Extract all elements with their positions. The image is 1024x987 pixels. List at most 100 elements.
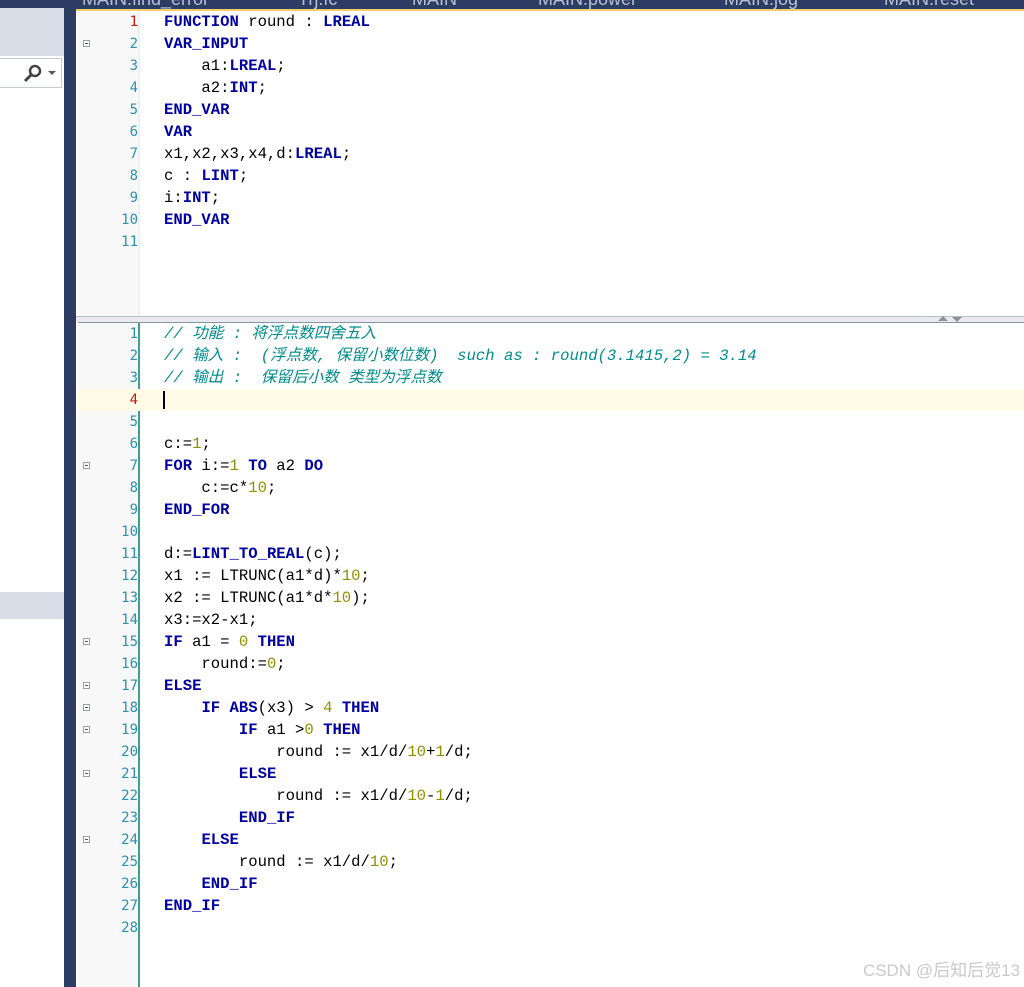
code-line[interactable]: 24 ELSE (78, 829, 1024, 851)
code-line[interactable]: 16 round:=0; (78, 653, 1024, 675)
code-text[interactable]: IF a1 = 0 THEN (164, 631, 295, 653)
code-text[interactable]: x2 := LTRUNC(a1*d*10); (164, 587, 370, 609)
code-line[interactable]: 8 c:=c*10; (78, 477, 1024, 499)
line-number: 5 (129, 414, 138, 430)
line-number: 11 (121, 234, 138, 250)
code-text[interactable]: x3:=x2-x1; (164, 609, 258, 631)
code-text[interactable]: x1,x2,x3,x4,d:LREAL; (164, 143, 351, 165)
implementation-editor[interactable]: 1 // 功能 : 将浮点数四舍五入 2 // 输入 : (浮点数, 保留小数位数) … (78, 322, 1024, 987)
code-text[interactable]: round := x1/d/10; (164, 851, 398, 873)
line-number: 10 (121, 212, 138, 228)
code-text[interactable]: i:INT; (164, 187, 220, 209)
search-box[interactable] (0, 58, 62, 88)
tab-main-find-error[interactable]: MAIN.find_error (82, 0, 209, 9)
dropdown-arrow-icon[interactable] (48, 71, 56, 75)
declaration-editor[interactable]: 1 FUNCTION round : LREAL 2 VAR_INPUT 3 a1:LR… (78, 11, 1024, 316)
code-line[interactable]: 6 VAR (78, 121, 1024, 143)
code-text[interactable]: c : LINT; (164, 165, 248, 187)
tab-main-reset[interactable]: MAIN.reset (884, 0, 974, 9)
code-line[interactable]: 3 a1:LREAL; (78, 55, 1024, 77)
code-line[interactable]: 23 END_IF (78, 807, 1024, 829)
code-line[interactable]: 11 (78, 231, 1024, 253)
code-text[interactable]: END_IF (164, 895, 220, 917)
code-text[interactable]: FUNCTION round : LREAL (164, 11, 370, 33)
code-text[interactable]: // 功能 : 将浮点数四舍五入 (164, 323, 376, 345)
code-line[interactable]: 15 IF a1 = 0 THEN (78, 631, 1024, 653)
code-line[interactable]: 4 (78, 389, 1024, 411)
code-text[interactable]: END_VAR (164, 99, 230, 121)
code-lines[interactable]: 1 // 功能 : 将浮点数四舍五入 2 // 输入 : (浮点数, 保留小数位数) … (78, 323, 1024, 939)
line-number: 9 (129, 502, 138, 518)
code-line[interactable]: 7 FOR i:=1 TO a2 DO (78, 455, 1024, 477)
code-text[interactable]: a2:INT; (164, 77, 267, 99)
code-text[interactable]: END_IF (164, 873, 257, 895)
line-number: 21 (121, 766, 138, 782)
panel-divider[interactable] (64, 0, 76, 987)
code-line[interactable]: 12 x1 := LTRUNC(a1*d)*10; (78, 565, 1024, 587)
code-line[interactable]: 25 round := x1/d/10; (78, 851, 1024, 873)
code-text[interactable]: // 输入 : (浮点数, 保留小数位数) such as : round(3.… (164, 345, 757, 367)
code-line[interactable]: 11 d:=LINT_TO_REAL(c); (78, 543, 1024, 565)
tab-trj-fc[interactable]: Trj.fc (298, 0, 337, 9)
code-line[interactable]: 1 FUNCTION round : LREAL (78, 11, 1024, 33)
code-text[interactable]: END_FOR (164, 499, 230, 521)
code-line[interactable]: 27 END_IF (78, 895, 1024, 917)
search-icon[interactable] (22, 63, 44, 83)
code-line[interactable]: 2 // 输入 : (浮点数, 保留小数位数) such as : round(3… (78, 345, 1024, 367)
code-text[interactable]: ELSE (164, 763, 276, 785)
code-text[interactable]: c:=c*10; (164, 477, 276, 499)
code-line[interactable]: 2 VAR_INPUT (78, 33, 1024, 55)
code-text[interactable]: ELSE (164, 829, 238, 851)
code-line[interactable]: 4 a2:INT; (78, 77, 1024, 99)
code-line[interactable]: 10 (78, 521, 1024, 543)
code-text[interactable]: x1 := LTRUNC(a1*d)*10; (164, 565, 370, 587)
code-line[interactable]: 26 END_IF (78, 873, 1024, 895)
code-line[interactable]: 8 c : LINT; (78, 165, 1024, 187)
code-line[interactable]: 5 (78, 411, 1024, 433)
code-line[interactable]: 17 ELSE (78, 675, 1024, 697)
code-text[interactable]: round := x1/d/10-1/d; (164, 785, 473, 807)
code-text[interactable]: IF ABS(x3) > 4 THEN (164, 697, 379, 719)
code-line[interactable]: 3 // 输出 : 保留后小数 类型为浮点数 (78, 367, 1024, 389)
code-line[interactable]: 22 round := x1/d/10-1/d; (78, 785, 1024, 807)
code-text[interactable]: round := x1/d/10+1/d; (164, 741, 473, 763)
line-number: 19 (121, 722, 138, 738)
line-number: 6 (129, 124, 138, 140)
code-text[interactable]: a1:LREAL; (164, 55, 285, 77)
code-text[interactable]: IF a1 >0 THEN (164, 719, 361, 741)
code-line[interactable]: 18 IF ABS(x3) > 4 THEN (78, 697, 1024, 719)
code-text[interactable]: ELSE (164, 675, 201, 697)
collapse-up-icon[interactable] (938, 316, 948, 321)
code-text[interactable]: c:=1; (164, 433, 211, 455)
tab-main-power[interactable]: MAIN.power (538, 0, 637, 9)
code-line[interactable]: 21 ELSE (78, 763, 1024, 785)
code-line[interactable]: 10 END_VAR (78, 209, 1024, 231)
code-line[interactable]: 13 x2 := LTRUNC(a1*d*10); (78, 587, 1024, 609)
code-line[interactable]: 9 i:INT; (78, 187, 1024, 209)
code-line[interactable]: 6 c:=1; (78, 433, 1024, 455)
tab-main-jog[interactable]: MAIN.jog (724, 0, 798, 9)
code-line[interactable]: 7 x1,x2,x3,x4,d:LREAL; (78, 143, 1024, 165)
tab-main[interactable]: MAIN (412, 0, 457, 9)
code-line[interactable]: 14 x3:=x2-x1; (78, 609, 1024, 631)
line-number: 5 (129, 102, 138, 118)
code-line[interactable]: 1 // 功能 : 将浮点数四舍五入 (78, 323, 1024, 345)
code-line[interactable]: 5 END_VAR (78, 99, 1024, 121)
code-line[interactable]: 19 IF a1 >0 THEN (78, 719, 1024, 741)
code-lines[interactable]: 1 FUNCTION round : LREAL 2 VAR_INPUT 3 a1:LR… (78, 11, 1024, 253)
watermark: CSDN @后知后觉13 (862, 961, 1020, 980)
code-text[interactable]: VAR_INPUT (164, 33, 248, 55)
code-line[interactable]: 28 (78, 917, 1024, 939)
code-text[interactable]: END_IF (164, 807, 295, 829)
selected-tree-item[interactable] (0, 592, 64, 619)
code-line[interactable]: 20 round := x1/d/10+1/d; (78, 741, 1024, 763)
code-text[interactable]: round:=0; (164, 653, 285, 675)
line-number: 17 (121, 678, 138, 694)
code-text[interactable]: VAR (164, 121, 192, 143)
code-text[interactable]: FOR i:=1 TO a2 DO (164, 455, 323, 477)
panel-toolbar (0, 8, 64, 56)
code-line[interactable]: 9 END_FOR (78, 499, 1024, 521)
code-text[interactable]: d:=LINT_TO_REAL(c); (164, 543, 342, 565)
code-text[interactable]: // 输出 : 保留后小数 类型为浮点数 (164, 367, 442, 389)
code-text[interactable]: END_VAR (164, 209, 230, 231)
